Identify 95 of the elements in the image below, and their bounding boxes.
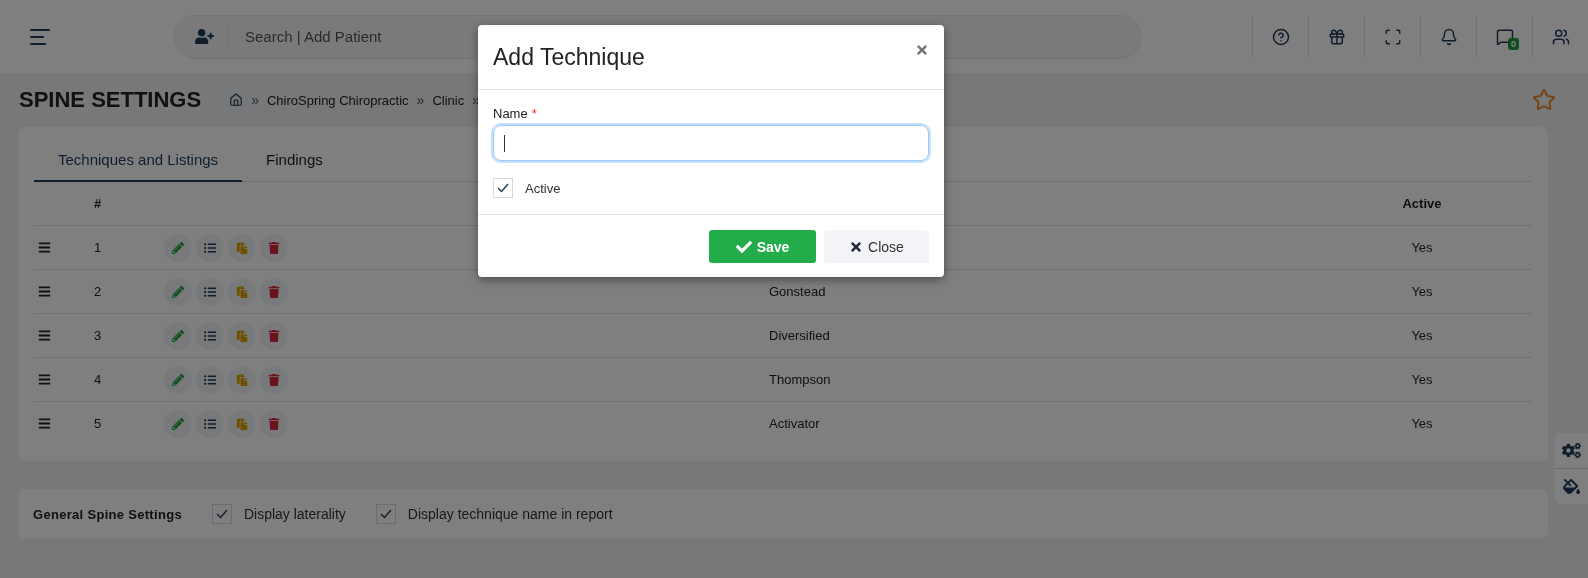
breadcrumb-separator: » (251, 92, 259, 108)
edit-icon (172, 285, 184, 298)
close-button[interactable]: Close (824, 230, 929, 263)
edit-button[interactable] (164, 365, 192, 394)
table-cell-text: Yes (1410, 416, 1434, 431)
delete-button[interactable] (260, 277, 288, 306)
chat-icon[interactable] (1495, 27, 1514, 46)
list-icon (204, 285, 216, 298)
table-cell-text: 1 (94, 240, 103, 255)
close-icon[interactable] (915, 43, 929, 57)
list-button[interactable] (196, 365, 224, 394)
table-cell-text: Diversified (769, 328, 831, 343)
delete-icon (268, 329, 280, 342)
table-cell-text: Yes (1410, 328, 1434, 343)
settings-label: General Spine Settings (33, 506, 182, 522)
save-button[interactable]: Save (709, 230, 816, 263)
checkmark-icon (379, 509, 392, 519)
tab[interactable]: Techniques and Listings (34, 141, 243, 182)
name-input-field[interactable] (493, 125, 929, 161)
table-cell-text: Activator (769, 416, 821, 431)
list-button[interactable] (196, 321, 224, 350)
checkbox[interactable] (493, 178, 513, 198)
table-cell-text: 2 (94, 284, 103, 299)
users-icon[interactable] (1551, 27, 1570, 46)
fullscreen-icon[interactable] (1383, 27, 1402, 46)
paint-bucket-icon[interactable] (1562, 478, 1580, 495)
edit-button[interactable] (164, 233, 192, 262)
delete-button[interactable] (260, 321, 288, 350)
breadcrumb-link[interactable]: Clinic (432, 92, 465, 108)
checkbox-label: Display technique name in report (407, 506, 613, 522)
table-cell-text: 4 (94, 372, 103, 387)
help-icon[interactable] (1271, 27, 1290, 46)
message-count: 0 (1508, 37, 1519, 50)
checkbox-label: Display laterality (243, 506, 346, 522)
edit-icon (172, 373, 184, 386)
list-icon (204, 417, 216, 430)
edit-icon (172, 241, 184, 254)
delete-button[interactable] (260, 365, 288, 394)
delete-icon (268, 373, 280, 386)
star-icon[interactable] (1532, 88, 1556, 112)
checkbox[interactable] (211, 504, 232, 524)
add-patient-icon[interactable] (195, 27, 214, 46)
breadcrumb-link[interactable]: ChiroSpring Chiropractic (266, 92, 409, 108)
drag-handle-icon[interactable] (38, 417, 51, 430)
copy-icon (236, 241, 248, 254)
drag-handle-icon[interactable] (38, 285, 51, 298)
breadcrumb-separator: » (416, 92, 425, 108)
list-icon (204, 241, 216, 254)
edit-icon (172, 329, 184, 342)
column-header: Active (1401, 196, 1443, 211)
table-cell-text: Yes (1410, 372, 1434, 387)
checkmark-icon (215, 509, 228, 519)
edit-icon (172, 417, 184, 430)
edit-button[interactable] (164, 277, 192, 306)
drag-handle-icon[interactable] (38, 329, 51, 342)
search-input[interactable]: Search | Add Patient (229, 27, 847, 46)
copy-icon (236, 285, 248, 298)
tab[interactable]: Findings (242, 141, 347, 182)
column-header: # (94, 196, 103, 211)
delete-button[interactable] (260, 409, 288, 438)
home-icon[interactable] (229, 93, 244, 107)
list-icon (204, 329, 216, 342)
list-button[interactable] (196, 277, 224, 306)
drag-handle-icon[interactable] (38, 241, 51, 254)
edit-button[interactable] (164, 409, 192, 438)
page-title: SPINE SETTINGS (19, 87, 202, 113)
required-mark: * (531, 106, 537, 121)
list-button[interactable] (196, 233, 224, 262)
list-button[interactable] (196, 409, 224, 438)
dialog-title: Add Technique (493, 43, 645, 71)
table-cell-text: 5 (94, 416, 103, 431)
gift-icon[interactable] (1327, 27, 1346, 46)
delete-icon (268, 417, 280, 430)
edit-button[interactable] (164, 321, 192, 350)
table-cell-text: Yes (1410, 240, 1434, 255)
copy-icon (236, 373, 248, 386)
delete-icon (268, 285, 280, 298)
delete-button[interactable] (260, 233, 288, 262)
table-cell-text: Thompson (769, 372, 832, 387)
copy-icon (236, 417, 248, 430)
checkmark-icon (497, 183, 509, 193)
table-cell-text: Yes (1410, 284, 1434, 299)
checkbox[interactable] (375, 504, 396, 524)
table-cell-text: 3 (94, 328, 103, 343)
gears-icon[interactable] (1561, 441, 1581, 460)
check-icon (735, 238, 752, 255)
drag-handle-icon[interactable] (38, 373, 51, 386)
field-label: Name * (493, 106, 538, 121)
checkbox-label: Active (525, 180, 561, 196)
delete-icon (268, 241, 280, 254)
copy-icon (236, 329, 248, 342)
table-cell-text: Gonstead (769, 284, 827, 299)
x-icon (849, 239, 864, 254)
list-icon (204, 373, 216, 386)
bell-icon[interactable] (1439, 27, 1458, 46)
